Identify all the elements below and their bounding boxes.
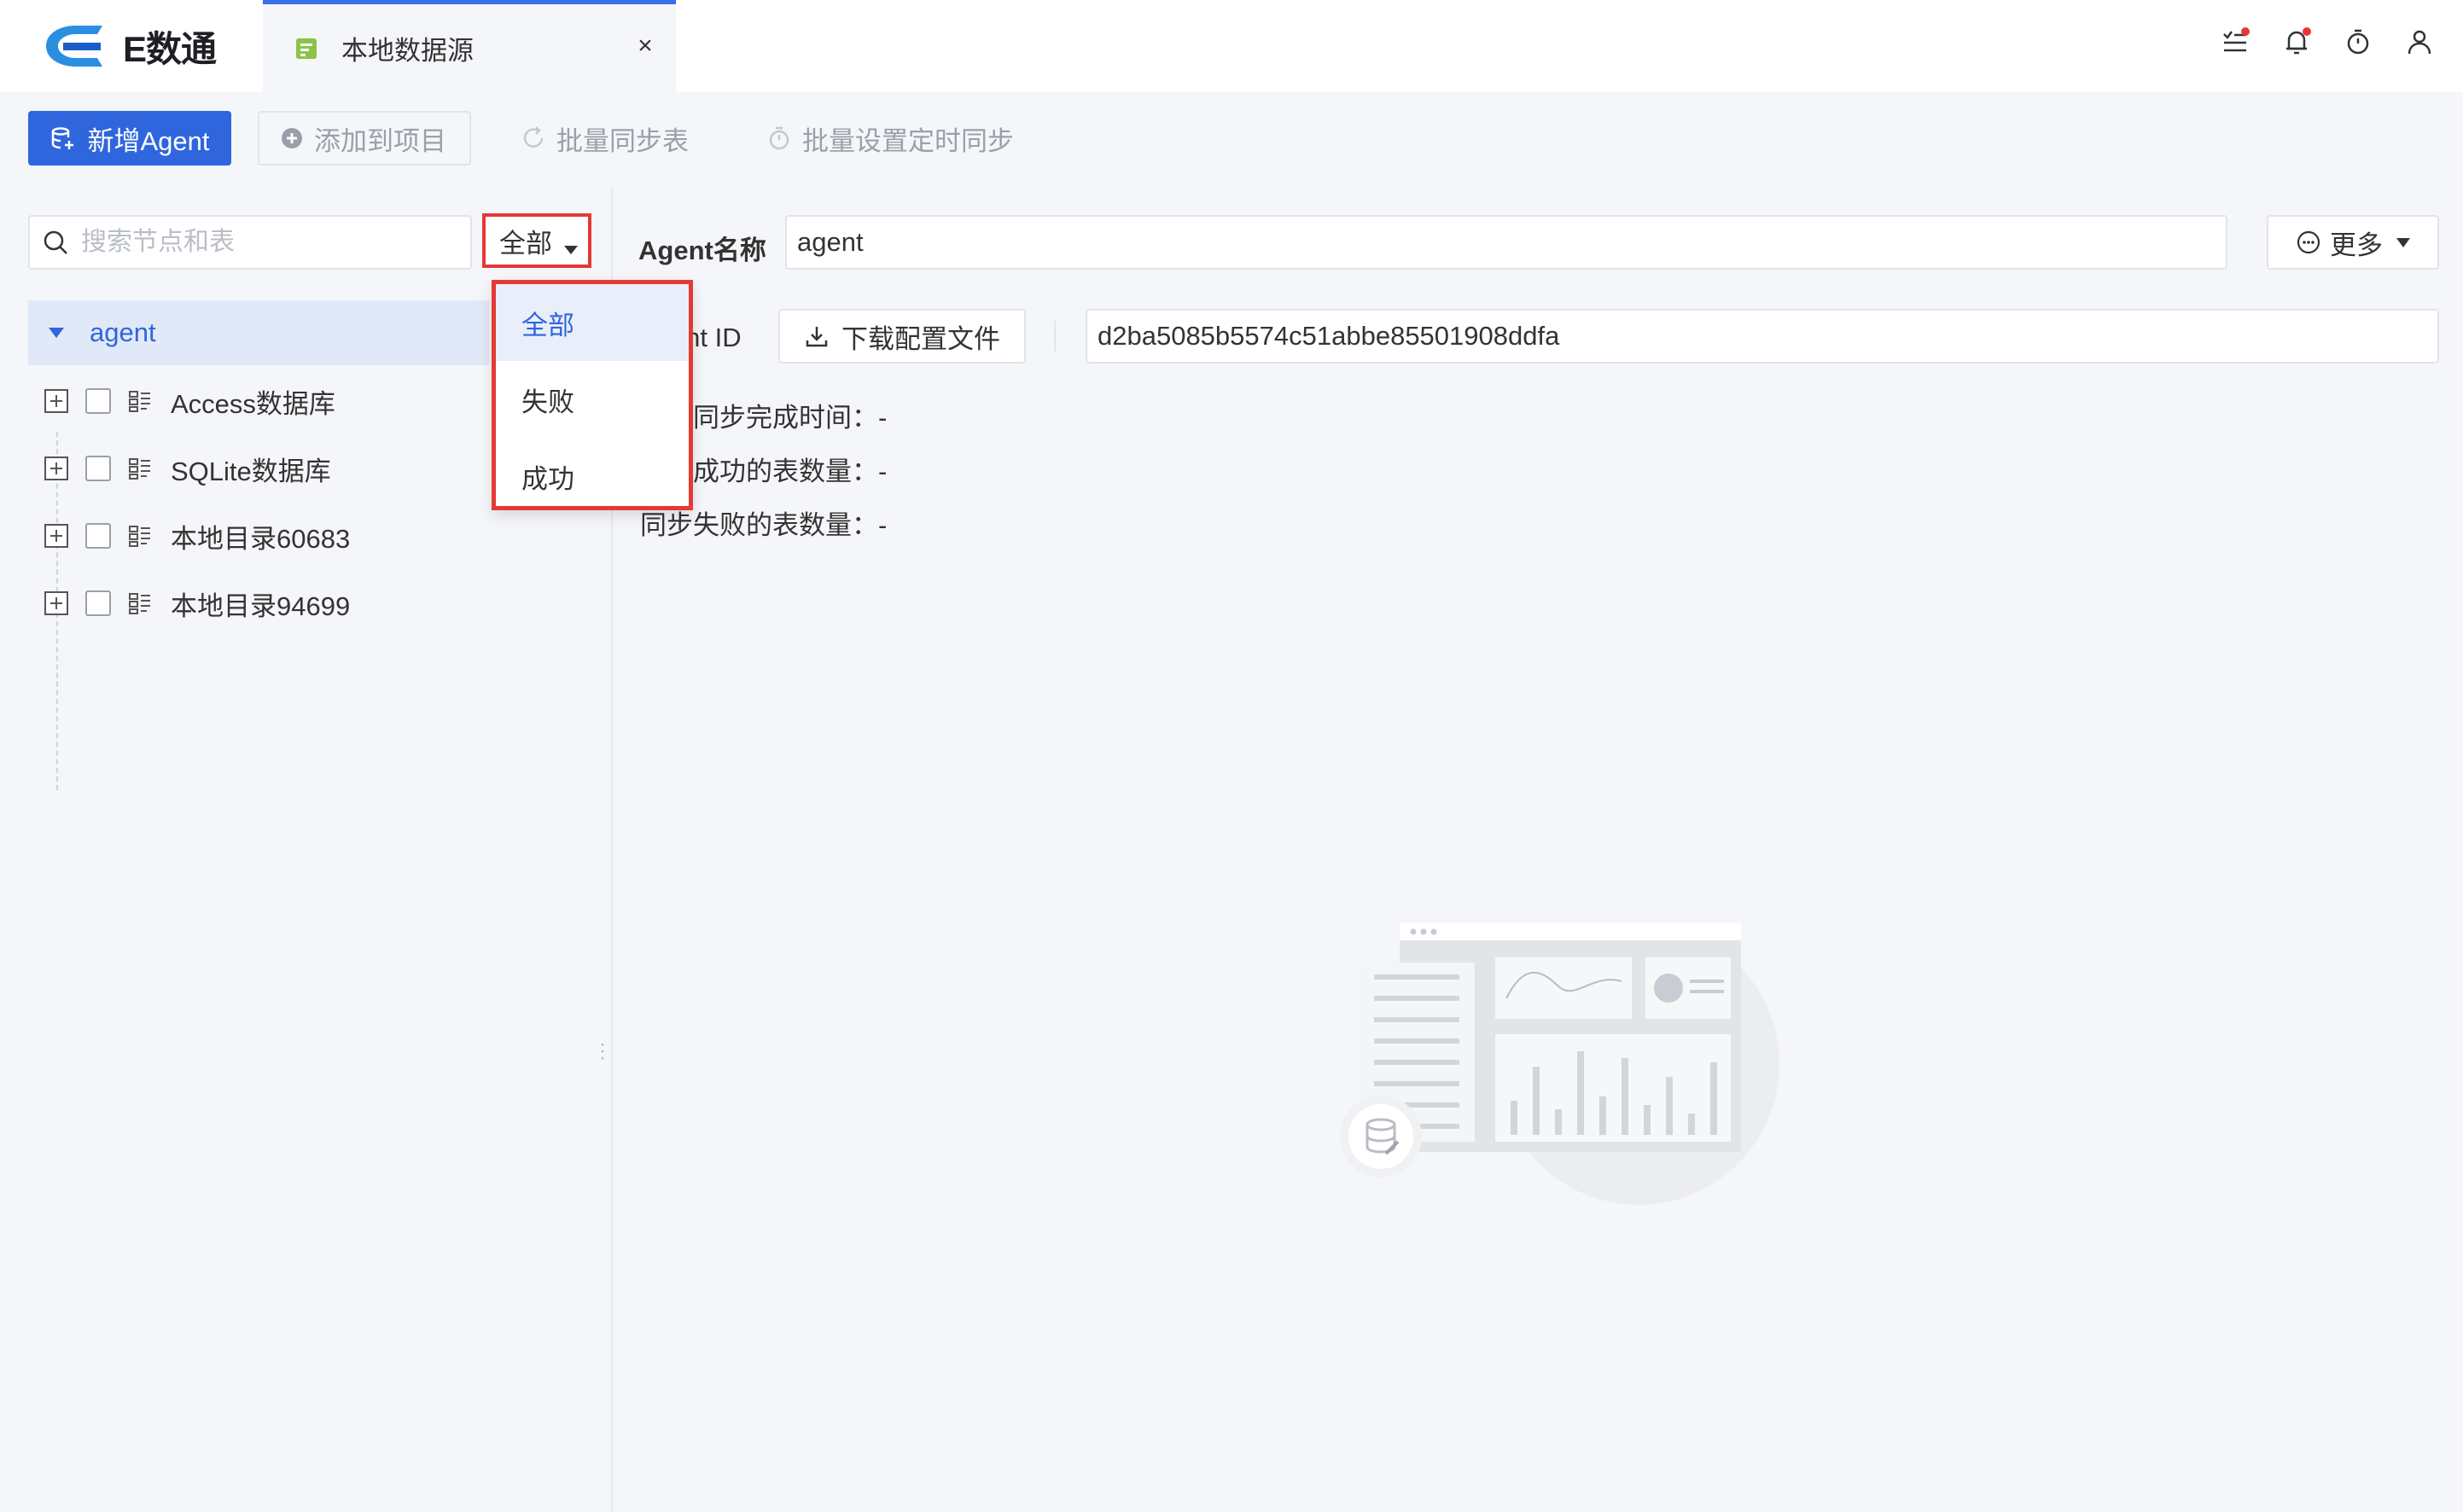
top-bar: E数通 本地数据源 × [0,0,2463,92]
tree-item-label: SQLite数据库 [171,456,331,486]
tree-item-access[interactable]: Access数据库 [44,375,335,427]
tree-root-agent[interactable]: agent [28,300,489,365]
search-box[interactable] [28,215,472,270]
agent-name-label: Agent名称 [638,236,766,265]
e-logo-icon [46,26,102,67]
caret-down-icon [564,246,578,254]
datasource-icon [296,38,317,59]
tree-item-label: Access数据库 [171,388,335,419]
batch-schedule-button[interactable]: 批量设置定时同步 [766,111,1014,166]
agent-add-icon [52,127,74,149]
tree-item-sqlite[interactable]: SQLite数据库 [44,443,331,494]
stat-value: - [878,510,888,540]
expand-plus-icon[interactable] [44,591,68,615]
toolbar: 新增Agent 添加到项目 批量同步表 批量设置定时同步 [0,92,2463,188]
top-right-icons [2221,27,2434,56]
search-input[interactable] [81,228,457,257]
database-grid-icon [129,458,150,480]
tab-local-datasource[interactable]: 本地数据源 × [263,0,676,92]
stat-value: - [878,403,888,433]
download-config-label: 下载配置文件 [841,323,1000,354]
dropdown-option-failed[interactable]: 失败 [496,361,689,438]
more-dots-icon [2297,230,2320,254]
more-button[interactable]: 更多 [2267,215,2439,270]
add-to-project-button[interactable]: 添加到项目 [258,111,471,166]
dropdown-option-success[interactable]: 成功 [496,438,689,515]
bell-icon[interactable] [2282,27,2311,56]
collapse-triangle-icon[interactable] [49,328,64,338]
status-filter-select[interactable]: 全部 [482,213,591,268]
database-grid-icon [129,391,150,412]
app-logo[interactable]: E数通 [38,22,217,70]
download-config-button[interactable]: 下载配置文件 [778,309,1026,363]
notification-dot [2241,27,2250,36]
new-agent-label: 新增Agent [87,125,210,156]
expand-plus-icon[interactable] [44,457,68,480]
tree-item-checkbox[interactable] [85,590,111,616]
right-panel: Agent名称 agent 更多 Agent ID 下载配置文件 d2ba508… [614,188,2463,1512]
dropdown-option-all[interactable]: 全部 [496,284,689,361]
tree-item-checkbox[interactable] [85,523,111,549]
tree-root-label: agent [90,317,156,347]
stat-label: 同步失败的表数量： [640,510,878,540]
stat-value: - [878,457,888,486]
more-label: 更多 [2330,230,2383,260]
panel-splitter-handle[interactable]: · · · [597,1034,608,1068]
tree-item-label: 本地目录60683 [171,523,351,554]
tree-item-local-dir-60683[interactable]: 本地目录60683 [44,510,350,561]
user-icon[interactable] [2405,27,2434,56]
status-filter-dropdown: 全部 失败 成功 [492,280,693,510]
expand-plus-icon[interactable] [44,524,68,548]
database-grid-icon [129,593,150,614]
new-agent-button[interactable]: 新增Agent [28,111,231,166]
agent-name-value: agent [797,227,864,257]
expand-plus-icon[interactable] [44,389,68,413]
divider [1054,321,1056,352]
tree-item-checkbox[interactable] [85,456,111,481]
filter-value: 全部 [499,228,552,259]
batch-schedule-label: 批量设置定时同步 [802,125,1014,156]
search-icon [44,230,67,254]
tree-item-checkbox[interactable] [85,388,111,414]
notification-dot [2303,27,2311,36]
sync-icon [523,126,544,148]
tab-close-icon[interactable]: × [630,32,661,61]
database-grid-icon [129,526,150,547]
timer-icon[interactable] [2344,27,2373,56]
task-list-icon[interactable] [2221,27,2250,56]
tree-item-label: 本地目录94699 [171,590,351,621]
agent-id-value: d2ba5085b5574c51abbe85501908ddfa [1098,321,1560,351]
agent-id-field[interactable]: d2ba5085b5574c51abbe85501908ddfa [1086,309,2439,363]
plus-circle-icon [282,128,302,148]
tab-label: 本地数据源 [341,36,474,66]
app-name: E数通 [123,28,217,69]
caret-down-icon [2396,237,2410,247]
batch-sync-label: 批量同步表 [556,125,689,156]
empty-state-illustration [1340,923,1779,1205]
add-to-project-label: 添加到项目 [314,125,446,156]
batch-sync-button[interactable]: 批量同步表 [521,111,689,166]
download-icon [806,327,828,347]
stopwatch-icon [769,126,789,150]
tree-item-local-dir-94699[interactable]: 本地目录94699 [44,578,350,629]
agent-name-field[interactable]: agent [785,215,2227,270]
